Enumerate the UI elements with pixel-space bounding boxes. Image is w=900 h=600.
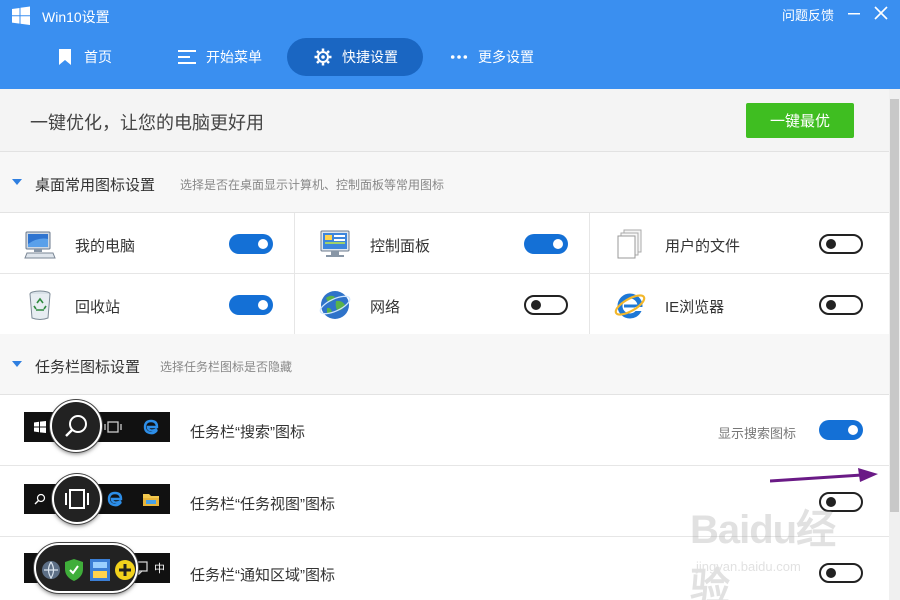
collapse-triangle-icon[interactable]	[12, 179, 22, 185]
collapse-triangle-icon[interactable]	[12, 361, 22, 367]
taskbar-row-label: 任务栏“搜索”图标	[190, 424, 305, 441]
taskbar-row-label: 任务栏“通知区域”图标	[190, 567, 335, 584]
desktop-item-label: 网络	[370, 299, 401, 316]
search-magnifier-highlight	[50, 400, 102, 452]
search-icon	[65, 415, 87, 437]
desktop-icons-section-header[interactable]: 桌面常用图标设置 选择是否在桌面显示计算机、控制面板等常用图标	[0, 152, 889, 213]
notification-area-magnifier-highlight	[34, 543, 138, 593]
tab-start-menu-label: 开始菜单	[206, 49, 262, 65]
annotation-arrow-icon	[770, 468, 878, 483]
desktop-item-recycle-bin: 回收站	[0, 274, 295, 335]
network-toggle[interactable]	[524, 295, 568, 315]
desktop-item-control-panel: 控制面板	[295, 213, 590, 274]
plus-tray-icon	[115, 560, 135, 580]
taskbar-row-search: 任务栏“搜索”图标 显示搜索图标	[0, 395, 889, 466]
desktop-item-label: 用户的文件	[665, 238, 741, 255]
task-view-magnifier-highlight	[52, 474, 102, 524]
section-description: 选择任务栏图标是否隐藏	[160, 360, 293, 374]
desktop-item-ie-browser: IE浏览器	[590, 274, 889, 335]
task-view-icon	[104, 421, 122, 433]
tab-quick-settings-label: 快捷设置	[342, 49, 398, 65]
desktop-item-network: 网络	[295, 274, 590, 335]
watermark-url: jingyan.baidu.com	[696, 559, 801, 574]
bookmark-icon	[56, 48, 74, 66]
minimize-icon[interactable]	[846, 5, 862, 21]
network-tray-icon	[42, 561, 60, 580]
tab-home[interactable]: 首页	[56, 38, 112, 76]
title-bar: Win10设置 问题反馈 首页 开始菜单 快捷设置 更多设置	[0, 0, 900, 89]
ie-browser-icon	[614, 293, 646, 319]
network-globe-icon	[319, 291, 351, 319]
tab-start-menu[interactable]: 开始菜单	[178, 38, 262, 76]
ime-indicator: 中	[154, 563, 165, 575]
desktop-item-label: 回收站	[75, 299, 121, 316]
ie-browser-toggle[interactable]	[819, 295, 863, 315]
desktop-item-label: 我的电脑	[75, 238, 136, 255]
watermark-brand: Baidu经验	[690, 508, 836, 600]
taskbar-row-label: 任务栏“任务视图”图标	[190, 496, 335, 513]
user-files-toggle[interactable]	[819, 234, 863, 254]
desktop-item-label: 控制面板	[370, 238, 431, 255]
gear-icon	[314, 48, 332, 66]
app-tray-icon	[90, 559, 110, 581]
edge-browser-icon	[143, 419, 159, 435]
recycle-bin-icon	[29, 290, 51, 320]
control-panel-toggle[interactable]	[524, 234, 568, 254]
tab-more-settings-label: 更多设置	[478, 49, 534, 65]
section-title: 桌面常用图标设置	[35, 177, 156, 194]
app-title: Win10设置	[42, 9, 110, 25]
tab-more-settings[interactable]: 更多设置	[450, 38, 534, 76]
search-small-icon	[34, 493, 46, 505]
security-shield-icon	[65, 559, 83, 581]
file-explorer-icon	[143, 494, 159, 506]
windows-logo-icon	[34, 421, 46, 433]
desktop-item-label: IE浏览器	[665, 299, 725, 316]
scrollbar-thumb[interactable]	[890, 99, 899, 512]
vertical-scrollbar[interactable]	[889, 89, 900, 600]
recycle-bin-toggle[interactable]	[229, 295, 273, 315]
taskbar-icons-section-header[interactable]: 任务栏图标设置 选择任务栏图标是否隐藏	[0, 334, 889, 395]
section-description: 选择是否在桌面显示计算机、控制面板等常用图标	[180, 178, 445, 192]
taskbar-row-sublabel: 显示搜索图标	[718, 426, 797, 441]
baidu-watermark: Baidu经验 jingyan.baidu.com	[690, 495, 860, 600]
tab-quick-settings[interactable]: 快捷设置	[287, 38, 423, 76]
edge-browser-icon	[107, 491, 123, 507]
task-view-icon	[65, 489, 89, 509]
windows-logo-icon	[12, 6, 30, 25]
section-title: 任务栏图标设置	[35, 359, 141, 376]
settings-window: Win10设置 问题反馈 首页 开始菜单 快捷设置 更多设置 一键优化，让您的电…	[0, 0, 900, 600]
one-click-optimize-button[interactable]: 一键最优	[746, 103, 854, 138]
search-icon-toggle[interactable]	[819, 420, 863, 440]
menu-lines-icon	[178, 48, 196, 66]
feedback-link[interactable]: 问题反馈	[782, 5, 834, 24]
banner-text: 一键优化，让您的电脑更好用	[30, 113, 264, 133]
my-computer-toggle[interactable]	[229, 234, 273, 254]
optimize-banner: 一键优化，让您的电脑更好用 一键最优	[0, 89, 889, 152]
tab-home-label: 首页	[84, 49, 112, 65]
more-dots-icon	[450, 48, 468, 66]
user-files-icon	[617, 229, 642, 259]
computer-icon	[24, 231, 56, 259]
desktop-item-user-files: 用户的文件	[590, 213, 889, 274]
close-icon[interactable]	[873, 5, 889, 21]
control-panel-icon	[320, 230, 350, 257]
desktop-item-my-computer: 我的电脑	[0, 213, 295, 274]
